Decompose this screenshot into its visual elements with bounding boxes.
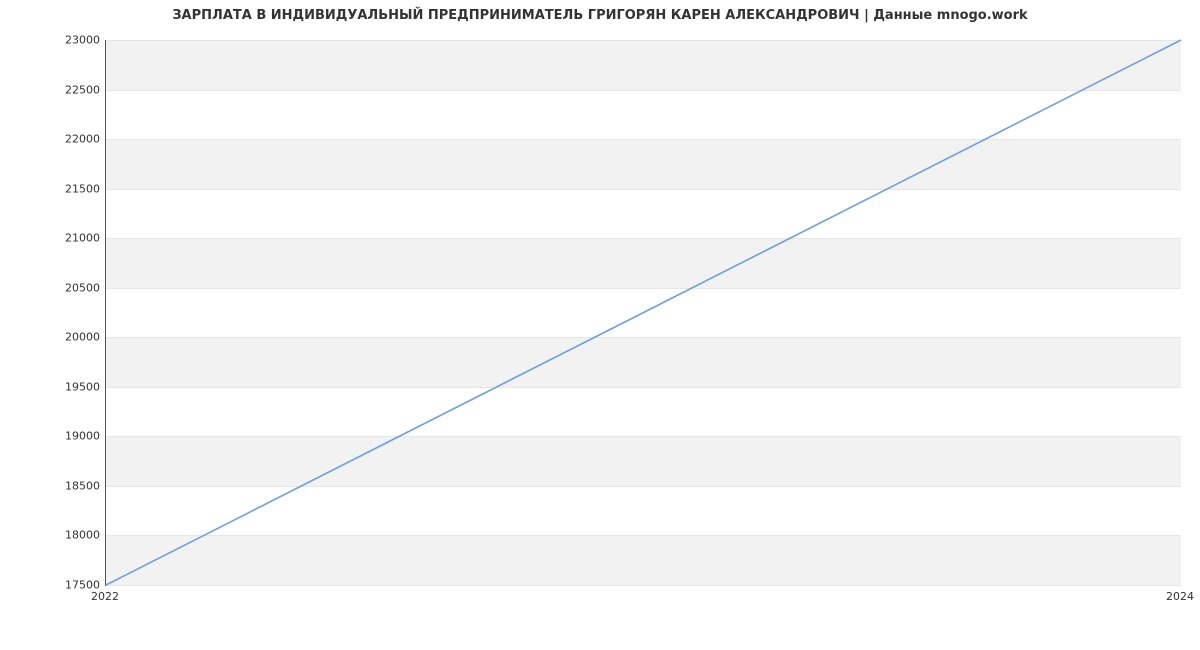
data-line bbox=[106, 40, 1181, 585]
y-tick-label: 18500 bbox=[10, 479, 100, 492]
y-tick-label: 21500 bbox=[10, 182, 100, 195]
chart-title: ЗАРПЛАТА В ИНДИВИДУАЛЬНЫЙ ПРЕДПРИНИМАТЕЛ… bbox=[0, 8, 1200, 23]
x-tick-label: 2022 bbox=[91, 590, 119, 603]
y-tick-label: 19500 bbox=[10, 380, 100, 393]
y-tick-label: 19000 bbox=[10, 430, 100, 443]
line-chart: ЗАРПЛАТА В ИНДИВИДУАЛЬНЫЙ ПРЕДПРИНИМАТЕЛ… bbox=[0, 0, 1200, 650]
y-tick-label: 20000 bbox=[10, 331, 100, 344]
y-tick-label: 22500 bbox=[10, 83, 100, 96]
x-tick-label: 2024 bbox=[1166, 590, 1194, 603]
y-tick-label: 22000 bbox=[10, 133, 100, 146]
y-tick-label: 20500 bbox=[10, 281, 100, 294]
plot-area bbox=[105, 40, 1181, 586]
y-tick-label: 17500 bbox=[10, 579, 100, 592]
y-tick-label: 18000 bbox=[10, 529, 100, 542]
y-tick-label: 21000 bbox=[10, 232, 100, 245]
y-tick-label: 23000 bbox=[10, 34, 100, 47]
